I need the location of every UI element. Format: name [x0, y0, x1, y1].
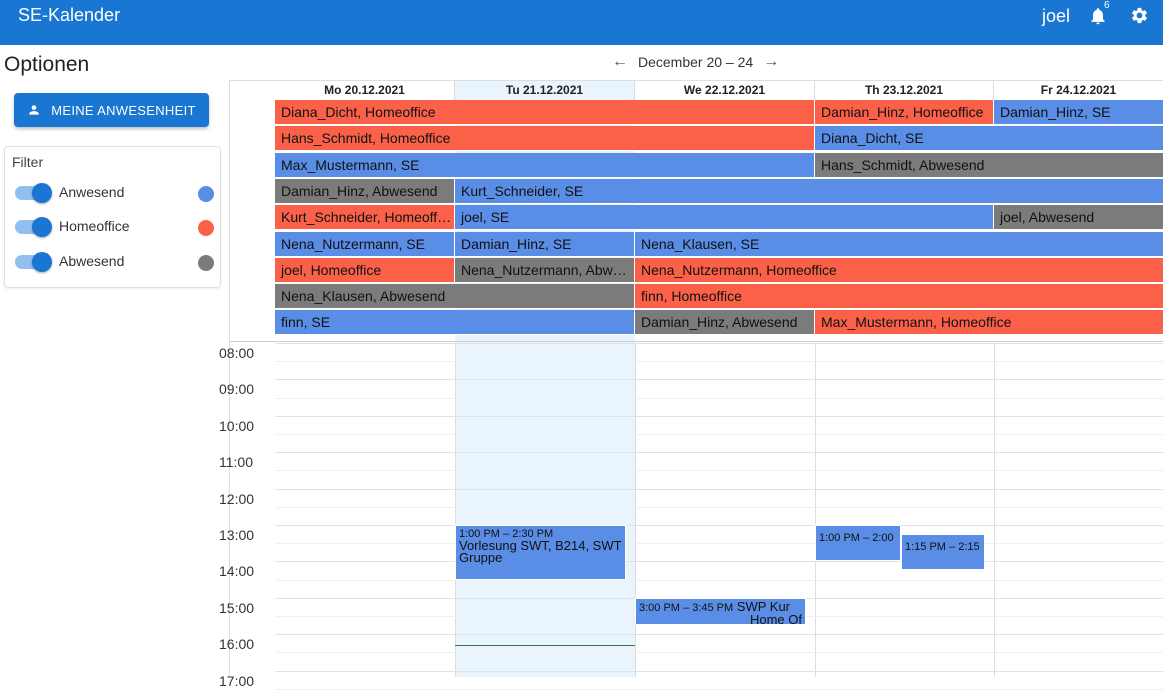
timed-event[interactable]: 1:00 PM – 2:00	[815, 525, 901, 562]
time-label: 12:00	[219, 490, 255, 507]
filter-label-anwesend: Anwesend	[59, 184, 125, 200]
day-header-thu: Th 23.12.2021	[815, 81, 994, 100]
hour-line	[275, 415, 1163, 417]
filter-label-homeoffice: Homeoffice	[59, 218, 130, 234]
filter-label-abwesend: Abwesend	[59, 253, 125, 269]
legend-dot-abwesend	[198, 255, 214, 271]
calendar-grid: Mo 20.12.2021 Tu 21.12.2021 We 22.12.202…	[219, 80, 1163, 690]
filter-toggle-abwesend[interactable]	[15, 252, 52, 272]
filter-row-anwesend: Anwesend	[12, 182, 217, 204]
week-navigation: ← December 20 – 24 →	[612, 53, 779, 71]
timed-event[interactable]: 1:15 PM – 2:15	[901, 534, 985, 571]
person-icon	[29, 105, 39, 115]
all-day-event[interactable]: Damian_Hinz, SE	[455, 231, 635, 257]
all-day-event[interactable]: Nena_Klausen, SE	[635, 231, 1163, 257]
hour-line	[275, 561, 1163, 563]
app-title[interactable]: SE-Kalender	[18, 4, 120, 26]
hour-line	[275, 343, 1163, 344]
hour-line	[275, 452, 1163, 454]
all-day-event[interactable]: Damian_Hinz, Abwesend	[275, 178, 455, 204]
all-day-event[interactable]: Hans_Schmidt, Abwesend	[815, 152, 1163, 178]
next-week-arrow-icon[interactable]: →	[763, 53, 779, 71]
my-presence-label: MEINE ANWESENHEIT	[51, 102, 196, 118]
week-range-label: December 20 – 24	[638, 54, 754, 70]
day-header-fri: Fr 24.12.2021	[994, 81, 1163, 100]
filter-title: Filter	[12, 154, 44, 170]
event-time: 3:00 PM – 3:45 PM	[639, 601, 734, 614]
filter-toggle-homeoffice[interactable]	[15, 217, 52, 237]
all-day-event[interactable]: joel, SE	[455, 205, 994, 231]
filter-panel: Filter Anwesend Homeoffice Abwesend	[4, 146, 221, 288]
event-time: 1:15 PM – 2:15	[905, 541, 980, 554]
legend-dot-anwesend	[198, 186, 214, 202]
all-day-event[interactable]: Damian_Hinz, SE	[994, 100, 1163, 125]
options-title: Optionen	[4, 53, 90, 76]
filter-row-abwesend: Abwesend	[12, 251, 217, 273]
time-label: 10:00	[219, 417, 255, 434]
hour-line	[275, 379, 1163, 381]
half-hour-line	[275, 652, 1163, 654]
time-label: 17:00	[219, 672, 255, 689]
all-day-event[interactable]: Damian_Hinz, Abwesend	[635, 310, 815, 336]
all-day-event[interactable]: Diana_Dicht, SE	[815, 126, 1163, 152]
all-day-event[interactable]: Nena_Nutzermann, Abwesend	[455, 257, 635, 283]
all-day-event[interactable]: Nena_Nutzermann, Homeoffice	[635, 257, 1163, 283]
all-day-event[interactable]: Diana_Dicht, Homeoffice	[275, 100, 815, 125]
time-label: 09:00	[219, 381, 255, 398]
day-column-divider	[635, 343, 636, 677]
gear-icon[interactable]	[1130, 6, 1149, 25]
app-bar: SE-Kalender joel 6	[0, 0, 1163, 45]
time-label: 14:00	[219, 563, 255, 580]
timed-event[interactable]: 1:00 PM – 2:30 PM Vorlesung SWT, B214, SW…	[455, 525, 626, 580]
time-label: 13:00	[219, 527, 255, 543]
half-hour-line	[275, 470, 1163, 472]
filter-row-homeoffice: Homeoffice	[12, 216, 217, 238]
current-time-indicator	[455, 645, 635, 647]
hour-line	[275, 634, 1163, 636]
user-name[interactable]: joel	[1042, 6, 1070, 27]
day-column-divider	[994, 343, 995, 677]
half-hour-line	[275, 543, 1163, 545]
all-day-event[interactable]: Max_Mustermann, SE	[275, 152, 815, 178]
all-day-events-area: Diana_Dicht, Homeoffice Damian_Hinz, Home…	[230, 100, 1163, 342]
all-day-event[interactable]: Kurt_Schneider, Homeoffice	[275, 205, 455, 231]
all-day-event[interactable]: finn, Homeoffice	[635, 284, 1163, 310]
all-day-event[interactable]: Hans_Schmidt, Homeoffice	[275, 126, 815, 152]
time-label: 16:00	[219, 636, 255, 653]
legend-dot-homeoffice	[198, 220, 214, 236]
half-hour-line	[275, 434, 1163, 435]
all-day-event[interactable]: joel, Abwesend	[994, 205, 1163, 231]
all-day-event[interactable]: joel, Homeoffice	[275, 257, 455, 283]
day-header-wed: We 22.12.2021	[635, 81, 815, 100]
notification-badge: 6	[1104, 0, 1110, 11]
all-day-event[interactable]: Damian_Hinz, Homeoffice	[815, 100, 994, 125]
my-presence-button[interactable]: MEINE ANWESENHEIT	[14, 93, 209, 127]
hour-line	[275, 488, 1163, 490]
all-day-event[interactable]: Nena_Nutzermann, SE	[275, 231, 455, 257]
half-hour-line	[275, 397, 1163, 399]
event-subtitle: Home Of	[749, 611, 802, 626]
all-day-event[interactable]: Kurt_Schneider, SE	[455, 178, 1163, 204]
half-hour-line	[275, 506, 1163, 508]
prev-week-arrow-icon[interactable]: ←	[612, 53, 628, 71]
time-label: 15:00	[219, 599, 255, 616]
half-hour-line	[275, 361, 1163, 363]
timed-event[interactable]: 3:00 PM – 3:45 PM SWP Kur Home Of	[635, 597, 806, 626]
hour-line	[275, 670, 1163, 672]
event-time: 1:00 PM – 2:00	[819, 532, 894, 544]
day-header-mon: Mo 20.12.2021	[275, 81, 455, 100]
day-column-divider	[815, 343, 816, 677]
day-header-tue: Tu 21.12.2021	[455, 81, 635, 100]
event-title: Vorlesung SWT, B214, SWT Gruppe	[459, 538, 622, 565]
all-day-event[interactable]: finn, SE	[275, 310, 635, 336]
all-day-event[interactable]: Max_Mustermann, Homeoffice	[815, 310, 1163, 336]
filter-toggle-anwesend[interactable]	[15, 183, 52, 203]
time-label: 11:00	[219, 454, 253, 471]
time-label: 08:00	[219, 345, 255, 361]
all-day-event[interactable]: Nena_Klausen, Abwesend	[275, 284, 635, 310]
half-hour-line	[275, 579, 1163, 581]
day-column-divider	[455, 343, 456, 677]
hour-line	[275, 525, 1163, 526]
